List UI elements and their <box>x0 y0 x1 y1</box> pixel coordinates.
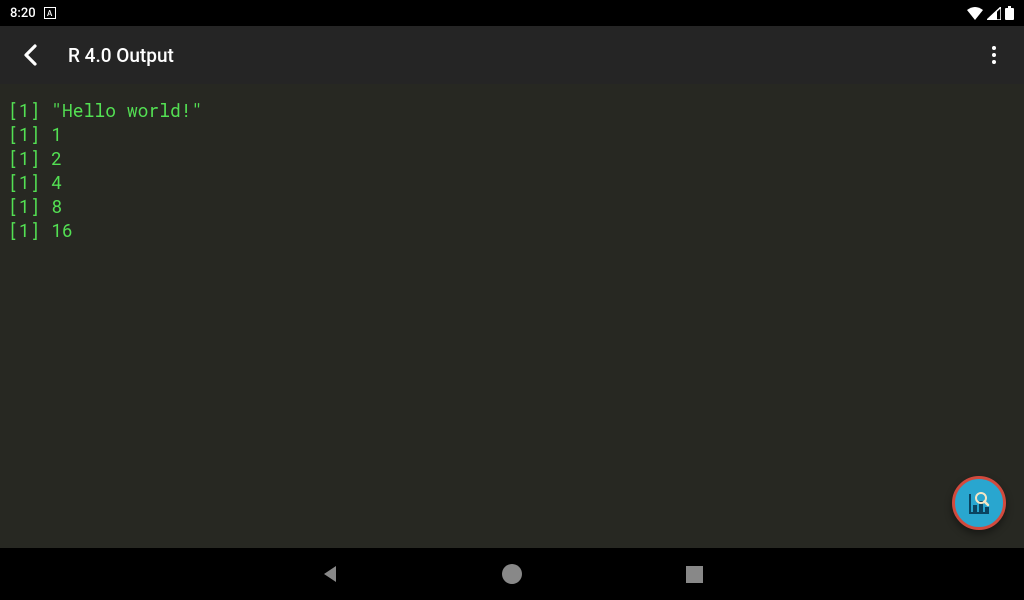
nav-home-button[interactable] <box>501 563 523 585</box>
terminal-output: [1] "Hello world!" [1] 1 [1] 2 [1] 4 [1]… <box>0 84 1024 548</box>
chevron-left-icon <box>23 44 37 66</box>
nav-recents-button[interactable] <box>683 563 705 585</box>
triangle-left-icon <box>320 564 340 584</box>
notification-icon: A <box>44 7 56 19</box>
plot-viewer-fab[interactable] <box>952 476 1006 530</box>
square-icon <box>686 566 703 583</box>
wifi-icon <box>967 7 983 20</box>
back-button[interactable] <box>14 39 46 71</box>
cell-signal-icon <box>987 7 1001 20</box>
page-title: R 4.0 Output <box>68 44 978 67</box>
dots-vertical-icon <box>992 46 996 50</box>
overflow-menu-button[interactable] <box>978 39 1010 71</box>
output-line: [1] 16 <box>8 218 1016 242</box>
chart-plot-icon <box>965 489 993 517</box>
app-bar: R 4.0 Output <box>0 26 1024 84</box>
nav-back-button[interactable] <box>319 563 341 585</box>
output-line: [1] 1 <box>8 122 1016 146</box>
circle-icon <box>502 564 522 584</box>
battery-icon <box>1005 6 1014 20</box>
system-nav-bar <box>0 548 1024 600</box>
status-clock: 8:20 <box>10 6 36 21</box>
output-line: [1] 4 <box>8 170 1016 194</box>
output-line: [1] "Hello world!" <box>8 98 1016 122</box>
status-bar: 8:20 A <box>0 0 1024 26</box>
output-line: [1] 8 <box>8 194 1016 218</box>
output-line: [1] 2 <box>8 146 1016 170</box>
